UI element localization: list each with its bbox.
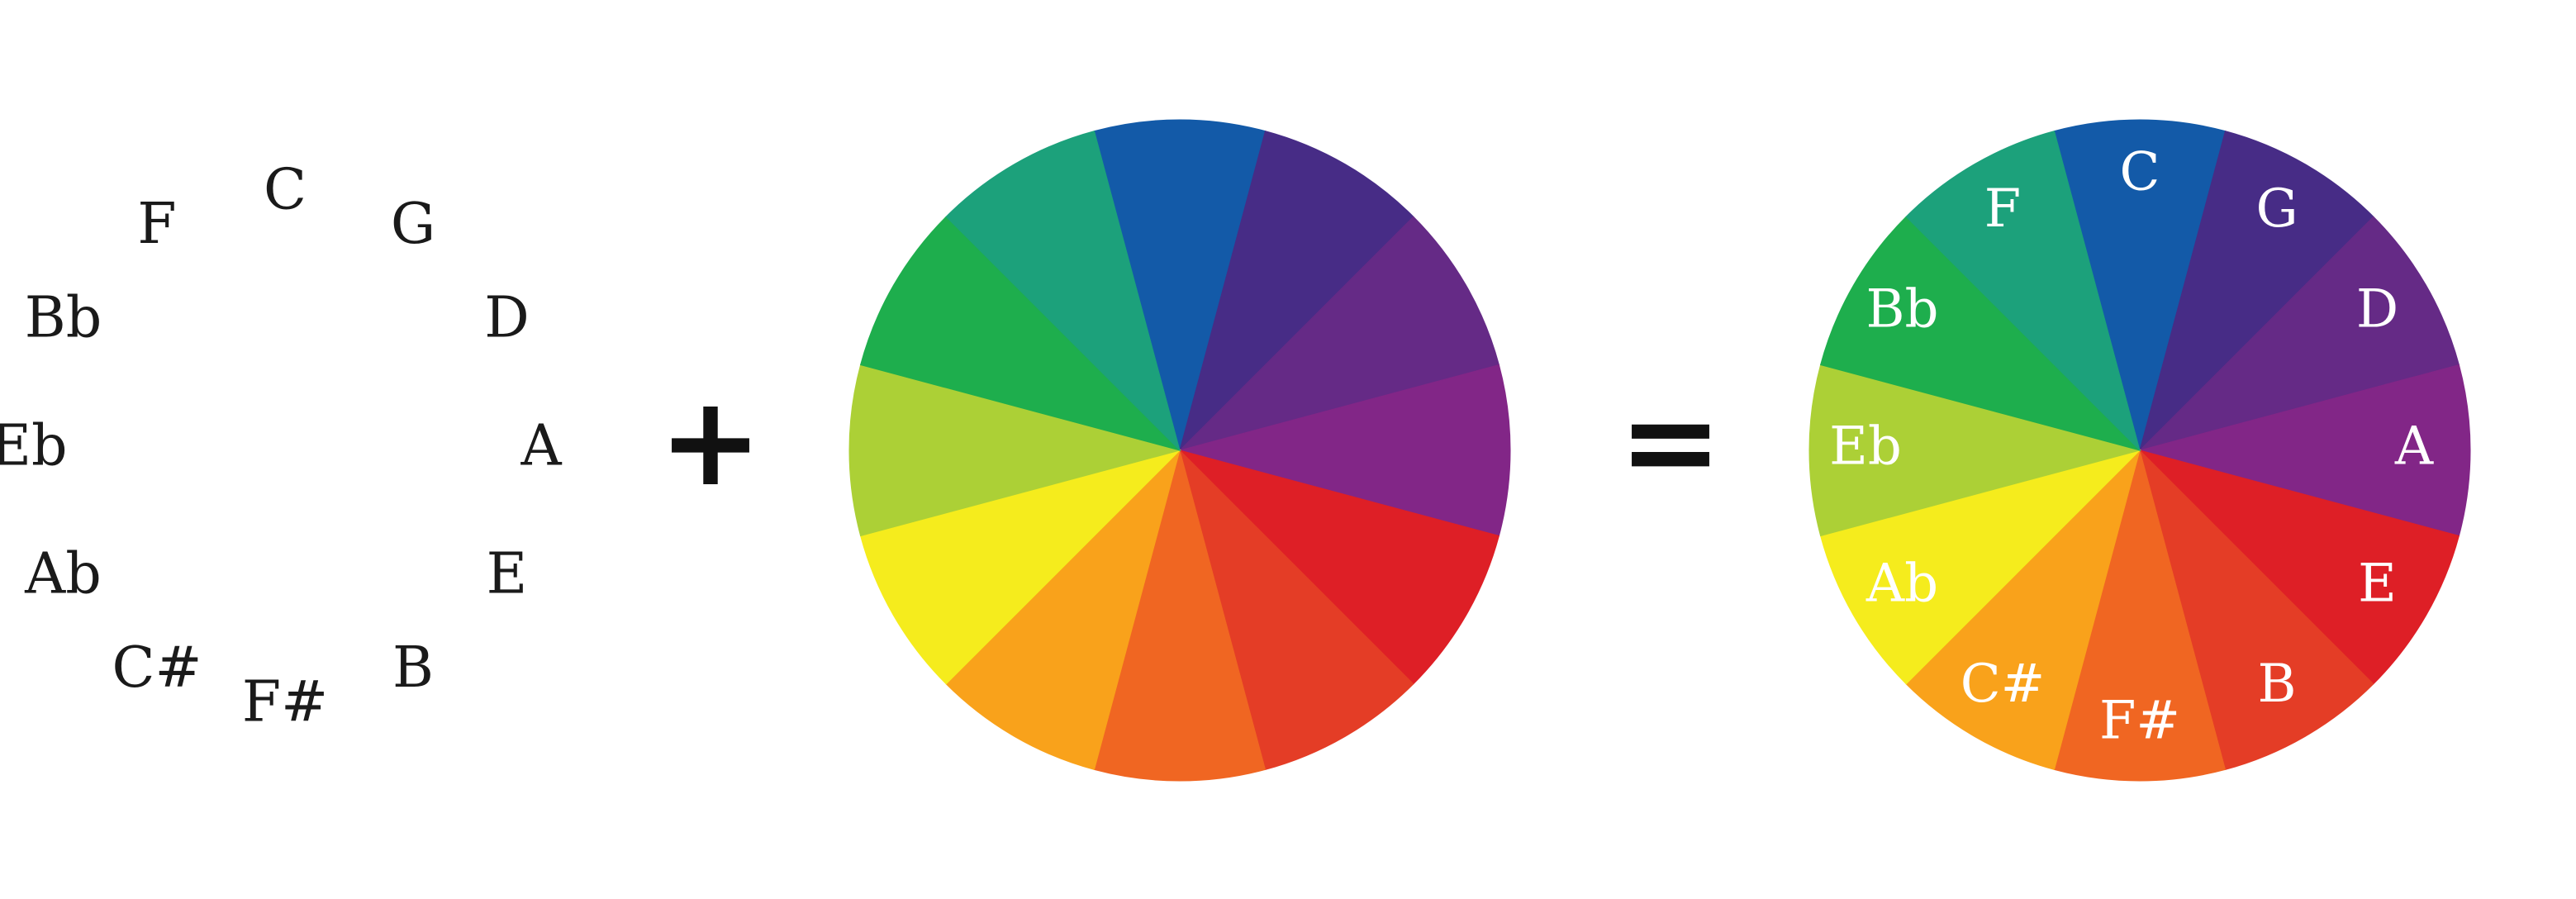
note-label-bb: Bb bbox=[25, 286, 102, 351]
circle-of-fifths-note-labels: C GDAEB F# C#Ab Eb Bb F bbox=[0, 158, 562, 735]
wheel-note-label-a: A bbox=[2394, 416, 2434, 478]
wheel-note-label-bb: Bb bbox=[1866, 279, 1939, 340]
wheel-note-label-c-sharp: C# bbox=[1961, 654, 2046, 715]
labeled-color-wheel: C GD A E B F# C# Ab Eb Bb F bbox=[1808, 119, 2471, 782]
note-label-eb: Eb bbox=[0, 414, 68, 479]
wheel-note-label-c: C bbox=[2120, 142, 2160, 203]
note-label-c-sharp: C# bbox=[112, 635, 202, 701]
note-label-f-sharp: F# bbox=[242, 670, 328, 735]
plus-operator: + bbox=[658, 370, 763, 514]
wheel-note-label-ab: Ab bbox=[1865, 554, 1938, 615]
color-wheel bbox=[848, 119, 1511, 782]
note-label-g: G bbox=[391, 192, 435, 257]
equals-operator: = bbox=[1618, 370, 1723, 514]
note-label-e: E bbox=[487, 542, 528, 607]
note-label-b: B bbox=[392, 635, 434, 701]
wheel-note-label-f-sharp: F# bbox=[2099, 691, 2180, 752]
wheel-note-label-g: G bbox=[2255, 178, 2298, 240]
wheel-note-label-e: E bbox=[2358, 554, 2397, 615]
note-label-a: A bbox=[520, 414, 562, 479]
circle-of-fifths-diagram: CGDAEBF#C#AbEbBbF + = CGDAEBF#C#AbEbBbF bbox=[0, 119, 2471, 782]
wheel-note-label-f: F bbox=[1984, 178, 2021, 240]
wheel-note-label-eb: Eb bbox=[1829, 416, 1902, 478]
wheel-note-label-b: B bbox=[2257, 654, 2296, 715]
wheel-note-label-d: D bbox=[2356, 279, 2398, 340]
note-label-d: D bbox=[484, 286, 530, 351]
note-label-f: F bbox=[137, 192, 176, 257]
note-label-ab: Ab bbox=[24, 542, 102, 607]
note-label-c: C bbox=[264, 158, 307, 223]
